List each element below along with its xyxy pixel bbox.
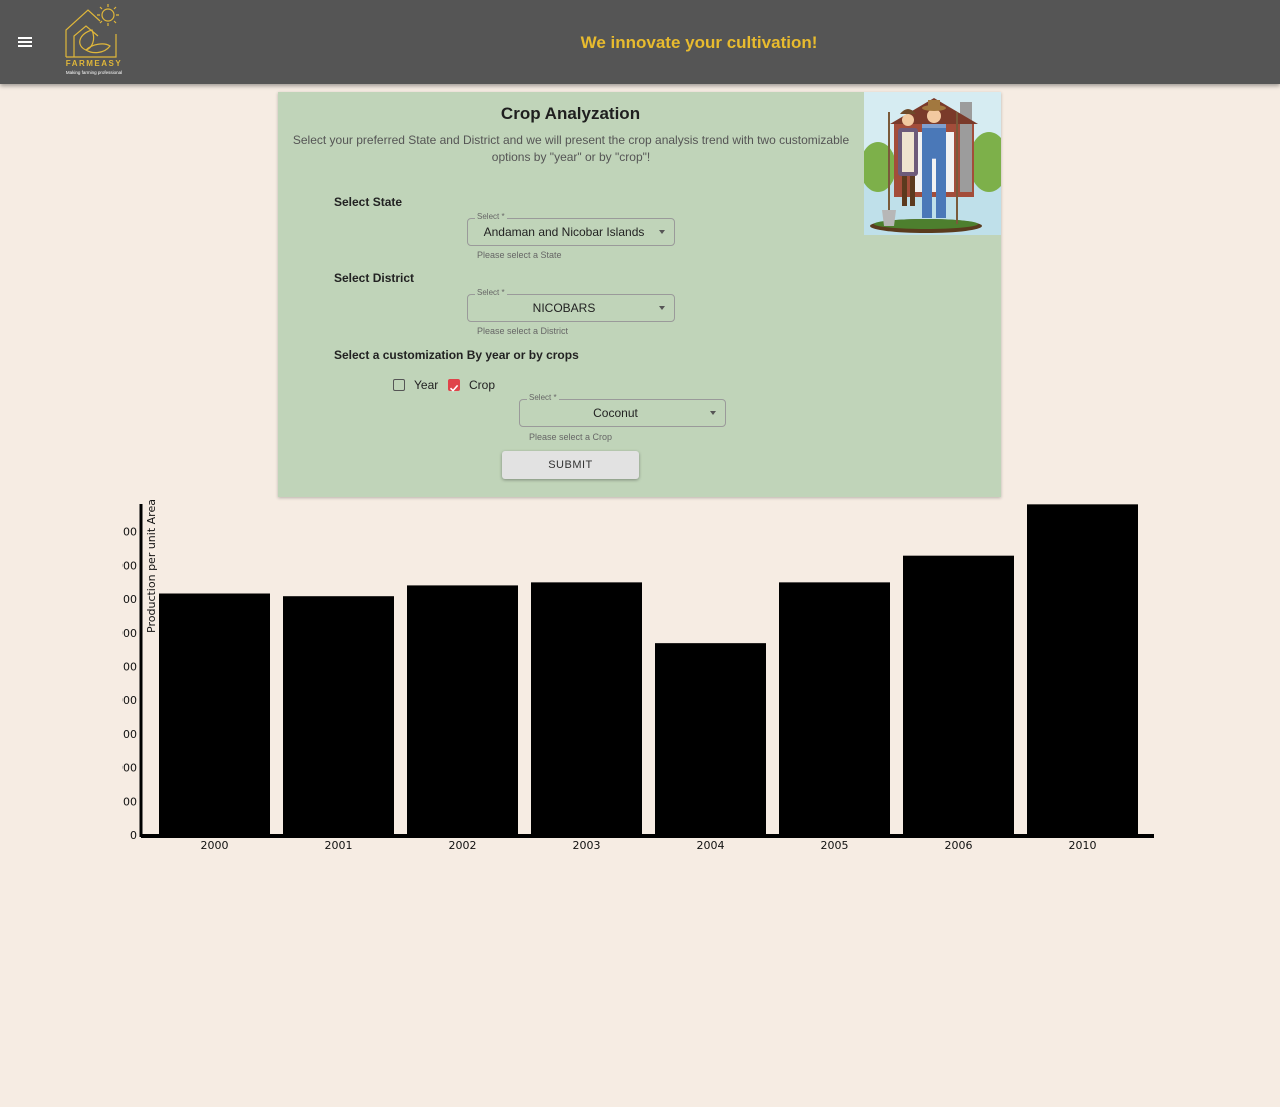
crop-analysis-card: Crop Analyzation Select your preferred S… xyxy=(278,92,1001,497)
farmeasy-logo[interactable]: FARMEASY Making farming professional xyxy=(56,2,132,80)
district-helper-text: Please select a District xyxy=(477,326,569,336)
crop-helper-text: Please select a Crop xyxy=(529,432,613,442)
district-select-value: NICOBARS xyxy=(532,301,596,315)
logo-brand-text: FARMEASY xyxy=(65,59,123,68)
crop-checkbox[interactable] xyxy=(448,379,460,392)
x-tick-label-2006: 2006 xyxy=(945,839,973,852)
state-select-legend: Select * xyxy=(475,212,507,222)
crop-select-legend: Select * xyxy=(527,393,559,403)
chart-bar-2010 xyxy=(1027,504,1138,835)
chart-bar-2000 xyxy=(159,593,270,835)
chart-bar-2005 xyxy=(779,582,890,835)
chevron-down-icon xyxy=(659,230,665,234)
x-tick-label-2003: 2003 xyxy=(573,839,601,852)
chevron-down-icon xyxy=(710,411,716,415)
state-select[interactable]: Select * Andaman and Nicobar Islands xyxy=(467,212,675,246)
y-axis-label: Production per unit Area xyxy=(145,500,158,633)
logo-subtitle: Making farming professional xyxy=(65,70,123,75)
select-district-label: Select District xyxy=(334,271,415,285)
chart-bar-2006 xyxy=(903,555,1014,835)
y-tick-label-0: 0 xyxy=(130,829,137,842)
crop-select[interactable]: Select * Coconut xyxy=(519,393,726,427)
chart-bar-2004 xyxy=(655,643,766,835)
chart-bar-2003 xyxy=(531,582,642,835)
farmer-couple-illustration xyxy=(864,92,1001,235)
y-tick-clip-mask xyxy=(0,500,122,830)
customization-label: Select a customization By year or by cro… xyxy=(334,348,579,362)
district-select[interactable]: Select * NICOBARS xyxy=(467,288,675,322)
crop-select-value: Coconut xyxy=(593,406,638,420)
app-header: FARMEASY Making farming professional We … xyxy=(0,0,1280,84)
production-bar-chart: 2000 2001 2002 2003 2004 2005 2006 201005001000… xyxy=(0,500,1154,852)
chevron-down-icon xyxy=(659,306,665,310)
x-tick-label-2001: 2001 xyxy=(325,839,353,852)
crop-checkbox-label[interactable]: Crop xyxy=(469,378,495,392)
x-tick-label-2005: 2005 xyxy=(821,839,849,852)
district-select-legend: Select * xyxy=(475,288,507,298)
submit-button[interactable]: SUBMIT xyxy=(502,451,639,479)
x-tick-label-2004: 2004 xyxy=(697,839,725,852)
x-tick-label-2010: 2010 xyxy=(1069,839,1097,852)
state-select-value: Andaman and Nicobar Islands xyxy=(483,225,645,239)
hamburger-menu-icon[interactable] xyxy=(14,31,36,53)
chart-bar-2001 xyxy=(283,596,394,835)
card-description: Select your preferred State and District… xyxy=(292,133,850,164)
logo-house-sun-icon xyxy=(65,4,119,58)
year-checkbox-label[interactable]: Year xyxy=(414,378,438,392)
state-helper-text: Please select a State xyxy=(477,250,562,260)
tagline: We innovate your cultivation! xyxy=(580,33,818,52)
checkmark-icon xyxy=(449,384,459,392)
x-tick-label-2002: 2002 xyxy=(449,839,477,852)
x-tick-label-2000: 2000 xyxy=(201,839,229,852)
year-checkbox[interactable] xyxy=(393,379,405,391)
chart-bar-2002 xyxy=(407,585,518,835)
select-state-label: Select State xyxy=(334,195,403,209)
card-title: Crop Analyzation xyxy=(500,104,641,123)
